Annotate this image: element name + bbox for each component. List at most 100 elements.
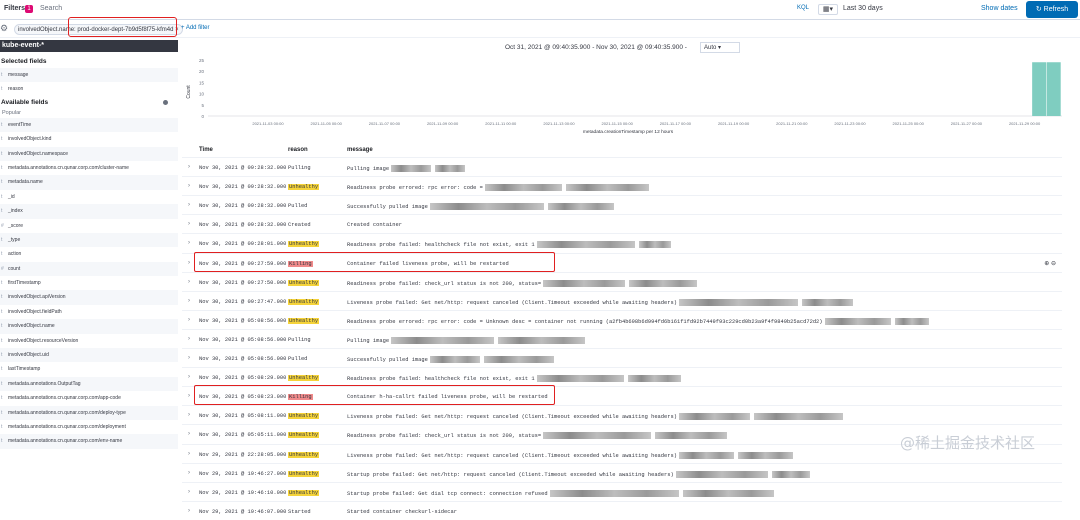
expand-chevron-icon[interactable]: ›: [188, 279, 190, 285]
expand-chevron-icon[interactable]: ›: [188, 221, 190, 227]
field-item[interactable]: t lastTimestamp: [0, 362, 178, 376]
expand-chevron-icon[interactable]: ›: [188, 164, 190, 170]
table-row[interactable]: › Nov 29, 2021 @ 19:46:07.000 Started Start…: [182, 500, 1062, 520]
field-type-icon: t: [1, 236, 3, 243]
field-item[interactable]: # count: [0, 261, 178, 277]
field-item[interactable]: t firstTimestamp: [0, 276, 178, 290]
row-reason: Unhealthy: [288, 241, 320, 248]
expand-chevron-icon[interactable]: ›: [188, 355, 190, 361]
table-row[interactable]: › Nov 30, 2021 @ 05:08:56.000 Unhealthy Rea…: [182, 309, 1062, 329]
field-item[interactable]: t reason: [0, 82, 178, 96]
field-type-icon: t: [1, 179, 3, 186]
field-item[interactable]: t involvedObject.uid: [0, 348, 178, 363]
field-item[interactable]: t involvedObject.namespace: [0, 146, 178, 161]
kql-toggle[interactable]: KQL: [797, 5, 809, 11]
table-row[interactable]: › Nov 30, 2021 @ 09:28:32.000 Created Creat…: [182, 214, 1062, 233]
expand-chevron-icon[interactable]: ›: [188, 298, 190, 304]
filters-label[interactable]: Filters: [4, 5, 25, 12]
expand-chevron-icon[interactable]: ›: [188, 508, 190, 514]
row-message: Pulling image: [347, 165, 467, 172]
show-dates-link[interactable]: Show dates: [981, 5, 1018, 12]
field-item[interactable]: t metadata.annotations.cn.qunar.corp.com/…: [0, 391, 178, 405]
field-type-icon: t: [1, 208, 3, 215]
message-column-header[interactable]: message: [347, 147, 373, 153]
field-item[interactable]: # _score: [0, 219, 178, 233]
field-item[interactable]: t action: [0, 247, 178, 261]
search-input[interactable]: Search: [40, 5, 62, 12]
time-column-header[interactable]: Time: [199, 147, 213, 153]
expand-chevron-icon[interactable]: ›: [188, 431, 190, 437]
expand-chevron-icon[interactable]: ›: [188, 489, 190, 495]
field-item[interactable]: t _id: [0, 190, 178, 204]
field-item[interactable]: t involvedObject.kind: [0, 132, 178, 146]
row-reason: Unhealthy: [288, 279, 320, 286]
expand-chevron-icon[interactable]: ›: [188, 374, 190, 380]
calendar-icon[interactable]: ▦▾: [818, 4, 838, 15]
expand-chevron-icon[interactable]: ›: [188, 183, 190, 189]
row-reason: Unhealthy: [288, 489, 320, 496]
field-item[interactable]: t eventTime: [0, 117, 178, 133]
expand-chevron-icon[interactable]: ›: [188, 412, 190, 418]
field-type-icon: t: [1, 280, 3, 287]
table-row[interactable]: › Nov 30, 2021 @ 09:27:47.000 Unhealthy Liv…: [182, 290, 1062, 310]
field-item[interactable]: t _type: [0, 232, 178, 248]
row-time: Nov 30, 2021 @ 05:05:11.000: [199, 432, 287, 439]
expand-chevron-icon[interactable]: ›: [188, 317, 190, 323]
table-row[interactable]: › Nov 29, 2021 @ 19:46:27.000 Unhealthy Sta…: [182, 462, 1062, 482]
field-item[interactable]: t _index: [0, 204, 178, 219]
field-item[interactable]: t metadata.annotations.cn.qunar.corp.com/…: [0, 405, 178, 420]
table-row[interactable]: › Nov 30, 2021 @ 09:28:32.000 Pulled Succes…: [182, 195, 1062, 214]
row-time: Nov 30, 2021 @ 09:28:32.000: [199, 165, 287, 171]
field-item[interactable]: t involvedObject.fieldPath: [0, 305, 178, 319]
field-item[interactable]: t message: [0, 68, 178, 83]
table-row[interactable]: › Nov 30, 2021 @ 09:28:01.000 Unhealthy Rea…: [182, 233, 1062, 252]
settings-icon[interactable]: [163, 99, 168, 105]
x-tick-label: 2021-11-17 00:00: [660, 121, 692, 126]
field-type-icon: t: [1, 251, 3, 258]
histogram-bar: [1032, 62, 1047, 116]
expand-chevron-icon[interactable]: ›: [188, 393, 190, 399]
field-item[interactable]: t metadata.annotations.OutputTag: [0, 376, 178, 392]
field-item[interactable]: t involvedObject.apiVersion: [0, 290, 178, 305]
field-item[interactable]: t involvedObject.name: [0, 319, 178, 334]
reason-column-header[interactable]: reason: [288, 147, 308, 153]
histogram-chart[interactable]: 0 5 10 15 20 25 Count 2021-11-03 00:00 2021-11-0…: [182, 40, 1080, 145]
expand-chevron-icon[interactable]: ›: [188, 260, 190, 266]
expand-chevron-icon[interactable]: ›: [188, 451, 190, 457]
expand-chevron-icon[interactable]: ›: [188, 240, 190, 246]
row-time: Nov 29, 2021 @ 19:46:07.000: [199, 508, 287, 515]
refresh-button[interactable]: ↻ Refresh: [1026, 1, 1078, 18]
field-item[interactable]: t metadata.annotations.cn.qunar.corp.com/…: [0, 434, 178, 449]
add-filter-link[interactable]: + Add filter: [181, 25, 210, 31]
table-row[interactable]: › Nov 30, 2021 @ 05:08:56.000 Pulling Pulli…: [182, 328, 1062, 348]
gear-icon[interactable]: ⚙: [0, 23, 8, 34]
table-row[interactable]: › Nov 30, 2021 @ 05:08:29.000 Unhealthy Rea…: [182, 367, 1062, 386]
field-item[interactable]: t metadata.annotations.cn.qunar.corp.com/…: [0, 161, 178, 175]
table-row[interactable]: › Nov 30, 2021 @ 09:28:32.000 Unhealthy Rea…: [182, 176, 1062, 195]
y-tick-label: 25: [199, 58, 205, 63]
field-item[interactable]: t metadata.annotations.cn.qunar.corp.com/…: [0, 420, 178, 434]
field-name: involvedObject.namespace: [8, 150, 69, 157]
index-pattern-selector[interactable]: kube-event-*: [0, 40, 178, 52]
expand-chevron-icon[interactable]: ›: [188, 336, 190, 342]
row-reason: Started: [288, 508, 311, 515]
table-row[interactable]: › Nov 30, 2021 @ 09:28:32.000 Pulling Pulli…: [182, 157, 1062, 176]
field-name: involvedObject.kind: [8, 136, 52, 143]
field-type-icon: t: [1, 150, 3, 157]
time-range-picker[interactable]: Last 30 days: [843, 5, 883, 12]
field-name: metadata.name: [8, 179, 43, 186]
field-name: _id: [8, 193, 15, 200]
table-row[interactable]: › Nov 29, 2021 @ 19:46:10.000 Unhealthy Sta…: [182, 481, 1062, 501]
interval-select[interactable]: Auto ▾: [700, 42, 740, 53]
table-row[interactable]: › Nov 30, 2021 @ 09:27:50.000 Unhealthy Rea…: [182, 271, 1062, 291]
field-type-icon: #: [1, 265, 4, 272]
table-row[interactable]: › Nov 30, 2021 @ 05:08:56.000 Pulled Succes…: [182, 348, 1062, 367]
field-item[interactable]: t metadata.name: [0, 175, 178, 190]
zoom-icons[interactable]: ⊕ ⊖: [1044, 260, 1056, 267]
expand-chevron-icon[interactable]: ›: [188, 470, 190, 476]
expand-chevron-icon[interactable]: ›: [188, 202, 190, 208]
y-tick-label: 5: [201, 103, 204, 108]
x-tick-label: 2021-11-11 00:00: [485, 121, 517, 126]
field-item[interactable]: t involvedObject.resourceVersion: [0, 334, 178, 348]
table-row[interactable]: › Nov 30, 2021 @ 05:08:11.000 Unhealthy Liv…: [182, 405, 1062, 424]
